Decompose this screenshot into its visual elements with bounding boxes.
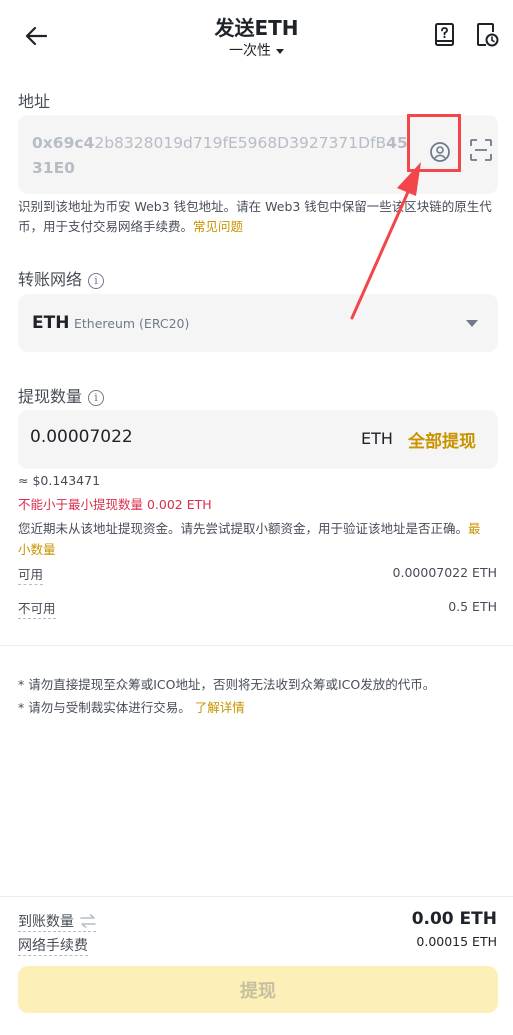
received-amount-label-text: 到账数量 [18, 914, 74, 930]
withdraw-mode-label: 一次性 [229, 43, 271, 59]
address-middle: 2b8328019d719fE5968D3927371DfB [94, 134, 387, 152]
chevron-down-icon [276, 48, 284, 54]
document-clock-icon[interactable] [474, 22, 500, 48]
contact-highlight-box [407, 114, 461, 172]
swap-arrows-icon [80, 914, 96, 928]
network-selector[interactable]: ETH Ethereum (ERC20) [18, 294, 498, 352]
chevron-down-icon [466, 320, 478, 327]
disclaimer-sanctions: * 请勿与受制裁实体进行交易。 了解详情 [18, 697, 245, 716]
withdraw-button[interactable]: 提现 [18, 966, 498, 1013]
amount-unit: ETH [361, 429, 393, 448]
available-label[interactable]: 可用 [18, 564, 44, 585]
network-fee-label[interactable]: 网络手续费 [18, 935, 88, 956]
network-symbol: ETH [32, 313, 70, 333]
address-label: 地址 [18, 92, 51, 111]
network-label-text: 转账网络 [18, 270, 83, 289]
network-name: Ethereum (ERC20) [74, 316, 190, 331]
header: 发送ETH 一次性 [0, 0, 513, 68]
divider [0, 645, 513, 646]
info-icon[interactable]: i [88, 273, 105, 289]
amount-error: 不能小于最小提现数量 0.002 ETH [18, 497, 212, 512]
address-prefix: 0x69c4 [32, 134, 95, 152]
address-value[interactable]: 0x69c42b8328019d719fE5968D3927371DfB4531… [32, 131, 412, 181]
amount-warning: 您近期未从该地址提现资金。请先尝试提取小额资金，用于验证该地址是否正确。最小数量 [18, 518, 488, 560]
address-note: 识别到该地址为币安 Web3 钱包地址。请在 Web3 钱包中保留一些该区块链的… [18, 197, 500, 237]
book-question-icon[interactable] [432, 22, 458, 48]
amount-field: ETH 全部提现 [18, 410, 498, 469]
disclaimer-sanctions-text: * 请勿与受制裁实体进行交易。 [18, 700, 191, 715]
unavailable-value: 0.5 ETH [448, 599, 497, 614]
amount-label: 提现数量 i [18, 383, 105, 407]
scan-icon[interactable] [469, 138, 497, 166]
received-amount-value: 0.00 ETH [411, 909, 497, 929]
disclaimer-ico: * 请勿直接提现至众筹或ICO地址，否则将无法收到众筹或ICO发放的代币。 [18, 677, 436, 692]
amount-label-text: 提现数量 [18, 387, 83, 406]
network-label: 转账网络 i [18, 266, 105, 290]
amount-usd-estimate: ≈ $0.143471 [18, 473, 101, 488]
info-icon[interactable]: i [88, 390, 105, 406]
address-note-text: 识别到该地址为币安 Web3 钱包地址。请在 Web3 钱包中保留一些该区块链的… [18, 199, 492, 234]
available-value: 0.00007022 ETH [392, 565, 497, 580]
amount-warning-text: 您近期未从该地址提现资金。请先尝试提取小额资金，用于验证该地址是否正确。 [18, 521, 469, 536]
unavailable-label[interactable]: 不可用 [18, 598, 56, 619]
learn-more-link[interactable]: 了解详情 [195, 700, 245, 715]
faq-link[interactable]: 常见问题 [193, 219, 243, 234]
withdraw-all-button[interactable]: 全部提现 [408, 427, 476, 452]
received-amount-label[interactable]: 到账数量 [18, 911, 96, 932]
footer-divider [0, 896, 513, 897]
amount-input[interactable] [30, 427, 330, 447]
network-fee-value: 0.00015 ETH [416, 934, 497, 949]
